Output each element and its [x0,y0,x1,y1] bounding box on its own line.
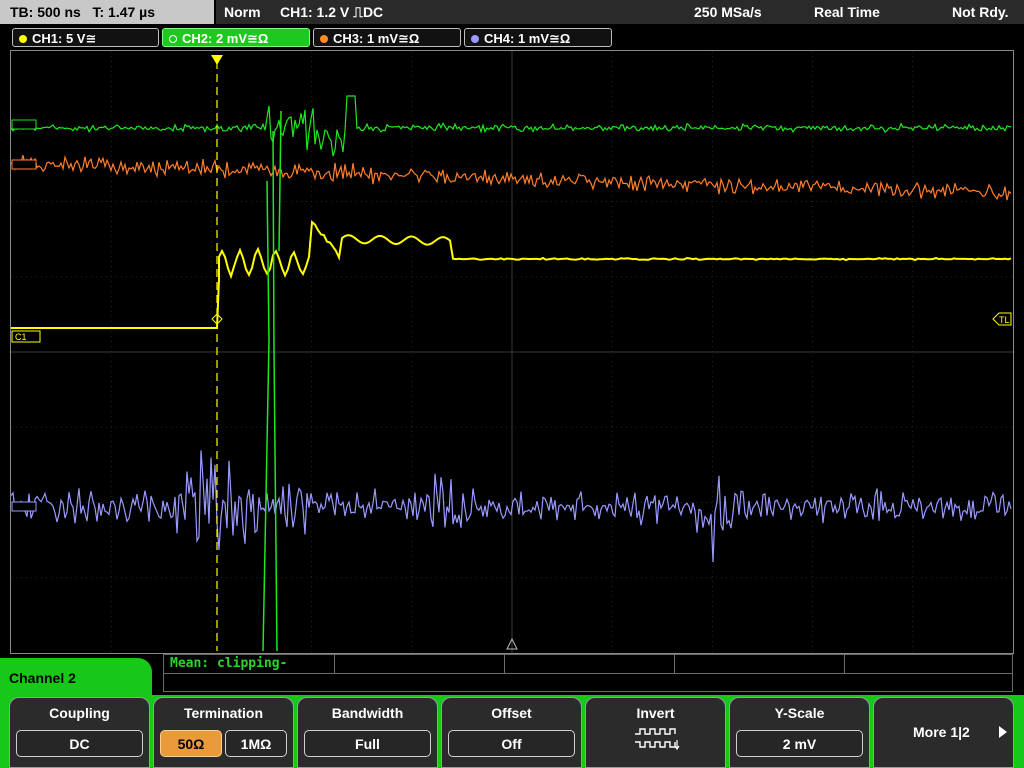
acquisition-status-strip: Norm CH1: 1.2 V ⎍DC 250 MSa/s Real Time … [216,0,1024,24]
ch1-marker-label: C1 [15,332,27,342]
tab-ch2[interactable]: CH2: 2 mV≅Ω [162,28,310,47]
ch3-trace [11,154,1012,201]
waveform-svg: C1 TL [11,51,1013,653]
measurement-divider [844,655,845,673]
invert-label: Invert [636,705,675,721]
coupling-value[interactable]: DC [16,730,143,757]
ch2-trace-spike [262,110,282,652]
tab-ch4[interactable]: CH4: 1 mV≅Ω [464,28,612,47]
tab-ch1-label: CH1: 5 V≅ [32,31,97,46]
tab-ch3[interactable]: CH3: 1 mV≅Ω [313,28,461,47]
termination-50ohm-option[interactable]: 50Ω [160,730,222,757]
termination-1mohm-option[interactable]: 1MΩ [225,730,287,757]
termination-label: Termination [183,705,264,721]
ch3-offset-marker [11,159,37,170]
measurement-divider [674,655,675,673]
ch4-offset-marker [11,501,37,512]
trigger-level-marker: TL [992,312,1012,326]
offset-value[interactable]: Off [448,730,575,757]
invert-waveform-icon [635,728,680,751]
bandwidth-softkey[interactable]: Bandwidth Full [297,697,438,768]
ch3-color-dot [320,35,328,43]
measurement-panel[interactable]: Mean: clipping- [163,654,1013,692]
more-softkey[interactable]: More 1|2 [873,697,1014,768]
bandwidth-label: Bandwidth [331,705,404,721]
more-label: More 1|2 [913,724,970,740]
trigger-mode: Norm [224,4,261,20]
bandwidth-value[interactable]: Full [304,730,431,757]
tab-ch1[interactable]: CH1: 5 V≅ [12,28,159,47]
graticule-grid [11,51,1013,653]
arrow-right-icon [999,726,1007,738]
offset-softkey[interactable]: Offset Off [441,697,582,768]
measurement-divider [334,655,335,673]
tab-ch2-label: CH2: 2 mV≅Ω [182,31,269,46]
ch2-color-dot [169,35,177,43]
ch4-trace [11,450,1012,563]
ch4-color-dot [471,35,479,43]
trigger-status: Not Rdy. [952,4,1009,20]
ch2-offset-marker [11,119,37,130]
trigger-level-label: TL [999,315,1010,325]
timebase-box[interactable]: TB: 500 ns T: 1.47 µs [0,0,214,24]
top-status-bar: TB: 500 ns T: 1.47 µs Norm CH1: 1.2 V ⎍D… [0,0,1024,24]
yscale-softkey[interactable]: Y-Scale 2 mV [729,697,870,768]
tab-ch4-label: CH4: 1 mV≅Ω [484,31,571,46]
menu-title: Channel 2 [0,658,152,698]
waveform-display[interactable]: C1 TL [10,50,1014,654]
trigger-position-marker [211,55,223,65]
trigger-time-value: T: 1.47 µs [92,4,156,20]
trigger-setting: CH1: 1.2 V ⎍DC [280,4,384,20]
offset-label: Offset [491,705,532,721]
acquisition-mode: Real Time [814,4,880,20]
tab-ch3-label: CH3: 1 mV≅Ω [333,31,420,46]
coupling-softkey[interactable]: Coupling DC [9,697,150,768]
sample-rate: 250 MSa/s [694,4,762,20]
ch1-offset-marker: C1 [11,330,41,343]
coupling-label: Coupling [49,705,110,721]
ch1-color-dot [19,35,27,43]
timebase-value: TB: 500 ns [10,4,81,20]
ch1-trace [11,219,1012,329]
yscale-label: Y-Scale [774,705,825,721]
yscale-value[interactable]: 2 mV [736,730,863,757]
termination-softkey[interactable]: Termination 50Ω 1MΩ [153,697,294,768]
measurement-result: Mean: clipping- [170,656,288,671]
measurement-separator [164,673,1012,674]
invert-softkey[interactable]: Invert [585,697,726,768]
measurement-divider [504,655,505,673]
